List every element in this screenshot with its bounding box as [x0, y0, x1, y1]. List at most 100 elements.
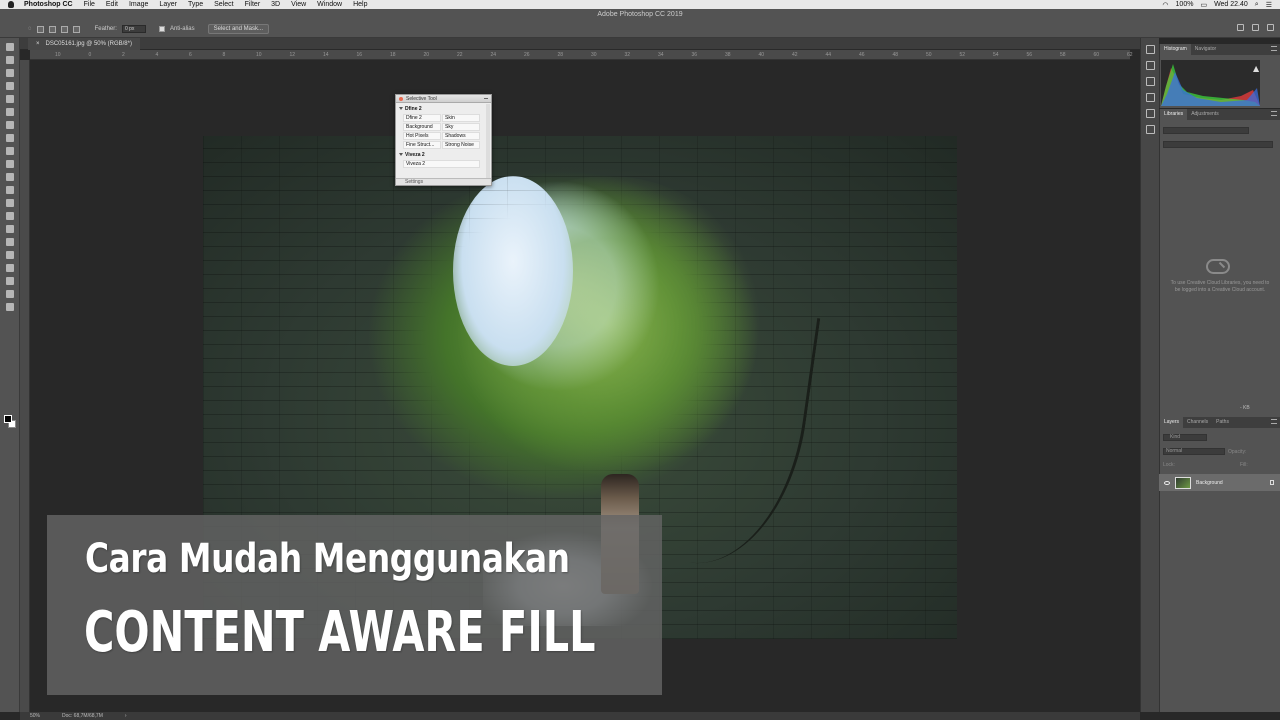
- tab-histogram[interactable]: Histogram: [1160, 44, 1191, 55]
- new-selection-icon[interactable]: [36, 25, 44, 33]
- ruler-tick: 6: [189, 52, 192, 58]
- tab-adjustments[interactable]: Adjustments: [1187, 109, 1223, 120]
- antialias-checkbox[interactable]: [158, 26, 165, 32]
- panel-menu-icon[interactable]: [1271, 419, 1277, 424]
- ruler-tick: 14: [323, 52, 329, 58]
- share-icon[interactable]: [1267, 24, 1274, 31]
- shadows-button[interactable]: Shadows: [442, 132, 480, 140]
- menu-help[interactable]: Help: [353, 0, 367, 9]
- select-and-mask-button[interactable]: Select and Mask...: [207, 24, 269, 34]
- notification-icon[interactable]: ☰: [1266, 1, 1272, 9]
- add-selection-icon[interactable]: [48, 25, 56, 33]
- menu-type[interactable]: Type: [188, 0, 203, 9]
- foreground-color-swatch[interactable]: [4, 415, 12, 423]
- blend-mode-select[interactable]: Normal: [1163, 448, 1225, 455]
- lasso-tool-icon[interactable]: [6, 69, 14, 77]
- pen-tool-icon[interactable]: [6, 225, 14, 233]
- panel-menu-icon[interactable]: [1271, 46, 1277, 51]
- clock[interactable]: Wed 22.40: [1214, 1, 1248, 8]
- vertical-ruler[interactable]: [20, 60, 30, 712]
- tab-paths[interactable]: Paths: [1212, 417, 1233, 428]
- ruler-tick: 2: [122, 52, 125, 58]
- menu-select[interactable]: Select: [214, 0, 233, 9]
- crop-tool-icon[interactable]: [6, 95, 14, 103]
- close-icon[interactable]: ×: [36, 38, 40, 50]
- strong-noise-button[interactable]: Strong Noise: [442, 141, 480, 149]
- menu-view[interactable]: View: [291, 0, 306, 9]
- brush-tool-icon[interactable]: [6, 134, 14, 142]
- tab-layers[interactable]: Layers: [1160, 417, 1184, 428]
- zoom-level[interactable]: 50%: [30, 713, 40, 719]
- menu-edit[interactable]: Edit: [106, 0, 118, 9]
- hot-pixels-button[interactable]: Hot Pixels: [403, 132, 441, 140]
- wifi-icon[interactable]: ◠: [1162, 1, 1168, 9]
- gradient-tool-icon[interactable]: [6, 186, 14, 194]
- dialog-header[interactable]: Selective Tool: [396, 95, 491, 103]
- search-icon[interactable]: ⌕: [1255, 1, 1259, 9]
- magic-wand-tool-icon[interactable]: [6, 82, 14, 90]
- shape-tool-icon[interactable]: [6, 264, 14, 272]
- background-button[interactable]: Background: [403, 123, 441, 131]
- menu-3d[interactable]: 3D: [271, 0, 280, 9]
- tab-navigator[interactable]: Navigator: [1191, 44, 1220, 55]
- eyedropper-tool-icon[interactable]: [6, 108, 14, 116]
- menu-window[interactable]: Window: [317, 0, 342, 9]
- move-tool-icon[interactable]: [6, 43, 14, 51]
- eraser-tool-icon[interactable]: [6, 173, 14, 181]
- menu-filter[interactable]: Filter: [245, 0, 261, 9]
- status-arrow-icon[interactable]: ›: [125, 713, 127, 719]
- feather-input[interactable]: 0 px: [121, 25, 146, 33]
- healing-brush-tool-icon[interactable]: [6, 121, 14, 129]
- zoom-tool-icon[interactable]: [6, 290, 14, 298]
- search-icon[interactable]: [1237, 24, 1244, 31]
- actions-panel-icon[interactable]: [1146, 77, 1155, 86]
- close-icon[interactable]: [399, 96, 403, 101]
- menu-file[interactable]: File: [84, 0, 95, 9]
- histogram-warning-icon[interactable]: ▲: [1253, 64, 1260, 73]
- layer-filter-kind[interactable]: Kind: [1163, 434, 1207, 441]
- info-panel-icon[interactable]: [1146, 93, 1155, 102]
- subtract-selection-icon[interactable]: [60, 25, 68, 33]
- dfine-button[interactable]: Dfine 2: [403, 114, 441, 122]
- type-tool-icon[interactable]: [6, 238, 14, 246]
- intersect-selection-icon[interactable]: [72, 25, 80, 33]
- tab-libraries[interactable]: Libraries: [1160, 109, 1188, 120]
- tab-channels[interactable]: Channels: [1183, 417, 1212, 428]
- layer-row-background[interactable]: Background: [1159, 474, 1280, 491]
- marquee-tool-icon[interactable]: [6, 56, 14, 64]
- apple-icon[interactable]: [8, 1, 14, 8]
- library-select[interactable]: [1163, 127, 1249, 134]
- menu-layer[interactable]: Layer: [159, 0, 177, 9]
- more-tools-icon[interactable]: [6, 303, 14, 311]
- fine-structure-button[interactable]: Fine Struct...: [403, 141, 441, 149]
- workspace-icon[interactable]: [1252, 24, 1259, 31]
- histogram-blue: [1161, 72, 1260, 106]
- section-viveza[interactable]: Viveza 2: [396, 149, 491, 160]
- library-search-input[interactable]: [1163, 141, 1273, 148]
- battery-icon[interactable]: ▭: [1200, 1, 1207, 9]
- history-brush-tool-icon[interactable]: [6, 160, 14, 168]
- collapse-icon[interactable]: [484, 98, 488, 99]
- panel-menu-icon[interactable]: [1271, 111, 1277, 116]
- document-tab[interactable]: × DSC05161.jpg @ 50% (RGB/8*): [28, 38, 140, 50]
- dialog-scrollbar[interactable]: [486, 104, 490, 178]
- hand-tool-icon[interactable]: [6, 277, 14, 285]
- horizontal-ruler[interactable]: 10 0 2 4 6 8 10 12 14 16 18 20 22 24 26 28 30 32 34 36 38 40 4…: [30, 50, 1133, 60]
- sky-button[interactable]: Sky: [442, 123, 480, 131]
- blur-tool-icon[interactable]: [6, 199, 14, 207]
- path-selection-tool-icon[interactable]: [6, 251, 14, 259]
- visibility-eye-icon[interactable]: [1164, 480, 1170, 485]
- brushes-panel-icon[interactable]: [1146, 109, 1155, 118]
- lasso-tool-preset-icon[interactable]: ◌: [28, 26, 32, 32]
- clone-stamp-tool-icon[interactable]: [6, 147, 14, 155]
- dodge-tool-icon[interactable]: [6, 212, 14, 220]
- skin-button[interactable]: Skin: [442, 114, 480, 122]
- settings-footer[interactable]: Settings: [396, 178, 491, 185]
- menu-image[interactable]: Image: [129, 0, 148, 9]
- menu-app[interactable]: Photoshop CC: [24, 0, 73, 9]
- viveza-button[interactable]: Viveza 2: [403, 160, 480, 168]
- character-panel-icon[interactable]: [1146, 125, 1155, 134]
- section-dfine[interactable]: Dfine 2: [396, 103, 491, 114]
- history-panel-icon[interactable]: [1146, 45, 1155, 54]
- properties-panel-icon[interactable]: [1146, 61, 1155, 70]
